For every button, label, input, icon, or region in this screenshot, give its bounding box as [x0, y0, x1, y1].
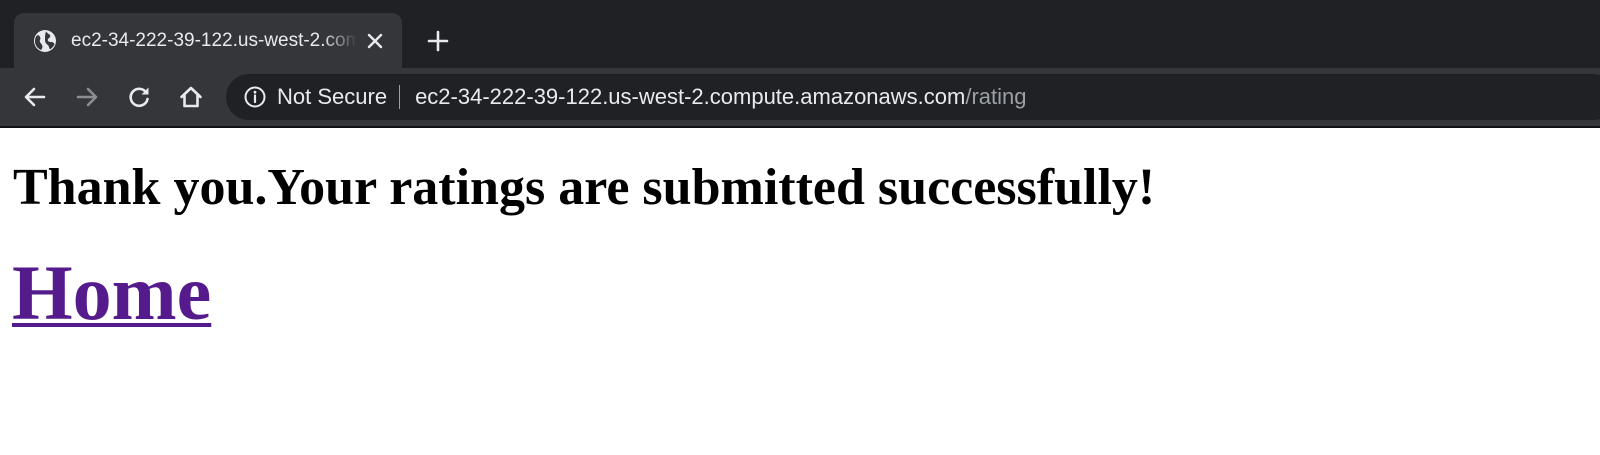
back-arrow-icon[interactable]	[20, 82, 50, 112]
globe-icon	[33, 29, 57, 53]
tab-title: ec2-34-222-39-122.us-west-2.compute.amaz…	[71, 30, 357, 51]
info-icon[interactable]	[243, 85, 267, 109]
confirmation-heading: Thank you.Your ratings are submitted suc…	[13, 159, 1156, 216]
close-icon[interactable]	[364, 30, 386, 52]
forward-arrow-icon[interactable]	[72, 82, 102, 112]
browser-toolbar: Not Secure ec2-34-222-39-122.us-west-2.c…	[0, 68, 1600, 126]
security-label[interactable]: Not Secure	[277, 84, 387, 110]
url-host: ec2-34-222-39-122.us-west-2.compute.amaz…	[415, 84, 966, 109]
page-content: Thank you.Your ratings are submitted suc…	[0, 128, 1600, 455]
url-path: /rating	[965, 84, 1027, 109]
tab-strip: ec2-34-222-39-122.us-west-2.compute.amaz…	[0, 0, 1600, 69]
home-icon[interactable]	[176, 82, 206, 112]
omnibox-divider	[399, 85, 401, 109]
plus-icon[interactable]	[424, 27, 452, 55]
address-bar[interactable]: Not Secure ec2-34-222-39-122.us-west-2.c…	[226, 74, 1600, 120]
browser-chrome: ec2-34-222-39-122.us-west-2.compute.amaz…	[0, 0, 1600, 128]
home-link[interactable]: Home	[12, 248, 211, 338]
browser-tab[interactable]: ec2-34-222-39-122.us-west-2.compute.amaz…	[14, 13, 402, 69]
reload-icon[interactable]	[124, 82, 154, 112]
